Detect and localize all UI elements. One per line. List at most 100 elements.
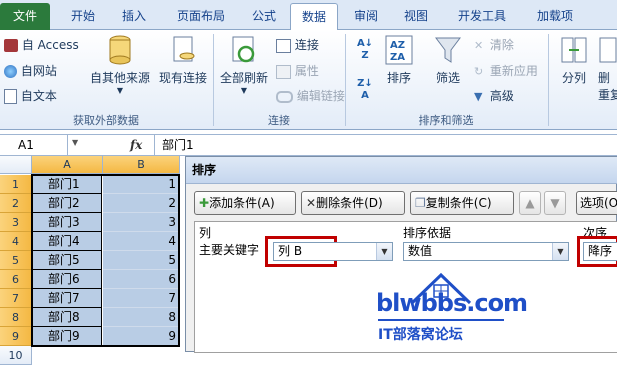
cell-b[interactable]: 2: [103, 194, 178, 213]
select-all-corner[interactable]: [0, 156, 32, 174]
filter-label: 筛选: [435, 71, 460, 85]
tab-page-layout[interactable]: 页面布局: [164, 3, 238, 30]
row-header[interactable]: 3: [0, 213, 32, 232]
from-web-label: 自网站: [20, 64, 57, 78]
insert-function-icon[interactable]: fx: [130, 136, 142, 154]
remove-duplicates-icon: [599, 37, 617, 63]
tab-addins[interactable]: 加载项: [526, 3, 584, 30]
cell-a[interactable]: 部门6: [32, 270, 102, 289]
sort-descending-icon: Z↓ A: [357, 78, 373, 101]
properties-button: 属性: [276, 62, 319, 79]
refresh-all-label: 全部刷新: [219, 71, 268, 85]
arrow-down-icon: ▼: [550, 196, 560, 210]
cell-a[interactable]: 部门3: [32, 213, 102, 232]
existing-connections-icon: [173, 36, 195, 62]
cell-b[interactable]: 4: [103, 232, 178, 251]
from-text-button[interactable]: 自文本: [4, 87, 57, 104]
move-up-button[interactable]: ▲: [519, 191, 541, 215]
cell-b[interactable]: 9: [103, 327, 178, 346]
tab-developer[interactable]: 开发工具: [446, 3, 518, 30]
cell-b[interactable]: 1: [103, 175, 178, 194]
column-header-a[interactable]: A: [32, 156, 103, 174]
sort-column-value: 列 B: [278, 244, 303, 258]
other-sources-label: 自其他来源: [90, 71, 151, 85]
tab-review[interactable]: 审阅: [344, 3, 388, 30]
sort-button[interactable]: AZ ZA 排序: [382, 34, 416, 86]
advanced-filter-button[interactable]: ▼ 高级: [474, 87, 514, 104]
tab-formulas[interactable]: 公式: [242, 3, 286, 30]
remove-duplicates-label-2: 重复: [598, 88, 617, 102]
remove-duplicates-button[interactable]: 删 重复: [598, 34, 617, 103]
reapply-button: ↻ 重新应用: [474, 62, 538, 79]
filter-button[interactable]: 筛选: [428, 34, 468, 86]
copy-condition-icon: ❐: [415, 196, 426, 210]
cell-b[interactable]: 7: [103, 289, 178, 308]
chevron-down-icon: ▼: [116, 86, 124, 95]
filter-funnel-icon: [435, 37, 461, 63]
copy-condition-button[interactable]: ❐复制条件(C): [410, 191, 514, 215]
row-header[interactable]: 4: [0, 232, 32, 251]
row-header[interactable]: 5: [0, 251, 32, 270]
row-header[interactable]: 8: [0, 308, 32, 327]
sort-order-value: 降序: [588, 244, 613, 258]
access-icon: [4, 39, 18, 52]
sort-ascending-button[interactable]: A↓ Z: [354, 38, 376, 62]
tab-file[interactable]: 文件: [0, 3, 50, 30]
move-down-button[interactable]: ▼: [544, 191, 566, 215]
link-icon: [276, 90, 293, 103]
cell-a[interactable]: 部门9: [32, 327, 102, 346]
cell-b[interactable]: 6: [103, 270, 178, 289]
tab-home[interactable]: 开始: [58, 3, 108, 30]
delete-condition-icon: ✕: [306, 196, 317, 210]
refresh-all-button[interactable]: 全部刷新 ▼: [218, 34, 270, 95]
cell-b[interactable]: 5: [103, 251, 178, 270]
cell-a[interactable]: 部门1: [32, 175, 102, 194]
add-condition-button[interactable]: ✚添加条件(A): [194, 191, 296, 215]
from-web-button[interactable]: 自网站: [4, 62, 57, 79]
cell-a[interactable]: 部门7: [32, 289, 102, 308]
sort-column-select[interactable]: 列 B ▼: [273, 242, 393, 261]
sort-dialog-icon: AZ ZA: [385, 35, 413, 65]
cell-a[interactable]: 部门4: [32, 232, 102, 251]
connections-label: 连接: [294, 38, 319, 52]
connections-button[interactable]: 连接: [276, 36, 319, 53]
text-to-columns-button[interactable]: 分列: [556, 34, 592, 86]
sort-descending-button[interactable]: Z↓ A: [354, 78, 376, 102]
tab-data[interactable]: 数据: [290, 3, 338, 31]
cell-b[interactable]: 8: [103, 308, 178, 327]
cell-a[interactable]: 部门8: [32, 308, 102, 327]
row-header[interactable]: 10: [0, 346, 32, 365]
other-sources-button[interactable]: 自其他来源 ▼: [90, 34, 150, 95]
row-header[interactable]: 9: [0, 327, 32, 346]
existing-connections-button[interactable]: 现有连接: [158, 34, 208, 86]
watermark-site: blwbbs.com: [376, 289, 528, 317]
row-header[interactable]: 2: [0, 194, 32, 213]
row-header[interactable]: 6: [0, 270, 32, 289]
cell-a[interactable]: 部门2: [32, 194, 102, 213]
edit-links-label: 编辑链接: [296, 89, 345, 103]
from-access-button[interactable]: 自 Access: [4, 36, 79, 53]
reapply-label: 重新应用: [489, 64, 538, 78]
cell-a[interactable]: 部门5: [32, 251, 102, 270]
sort-on-select[interactable]: 数值 ▼: [403, 242, 569, 261]
sort-order-select[interactable]: 降序: [583, 242, 617, 261]
formula-input[interactable]: 部门1: [162, 135, 194, 155]
cell-b[interactable]: 3: [103, 213, 178, 232]
web-icon: [4, 65, 17, 78]
tab-insert[interactable]: 插入: [110, 3, 158, 30]
chevron-down-icon[interactable]: ▼: [72, 138, 78, 147]
name-box[interactable]: A1: [0, 135, 68, 155]
primary-key-label: 主要关键字: [199, 243, 260, 257]
row-header[interactable]: 7: [0, 289, 32, 308]
column-header-b[interactable]: B: [103, 156, 180, 174]
row-header[interactable]: 1: [0, 175, 32, 194]
group-separator: [548, 34, 549, 126]
chevron-down-icon: ▼: [240, 86, 248, 95]
text-file-icon: [4, 89, 17, 104]
advanced-label: 高级: [489, 89, 514, 103]
dialog-title: 排序: [186, 157, 617, 184]
add-condition-label: 添加条件(A): [209, 196, 275, 210]
options-button[interactable]: 选项(O): [576, 191, 617, 215]
delete-condition-button[interactable]: ✕删除条件(D): [301, 191, 405, 215]
tab-view[interactable]: 视图: [394, 3, 438, 30]
